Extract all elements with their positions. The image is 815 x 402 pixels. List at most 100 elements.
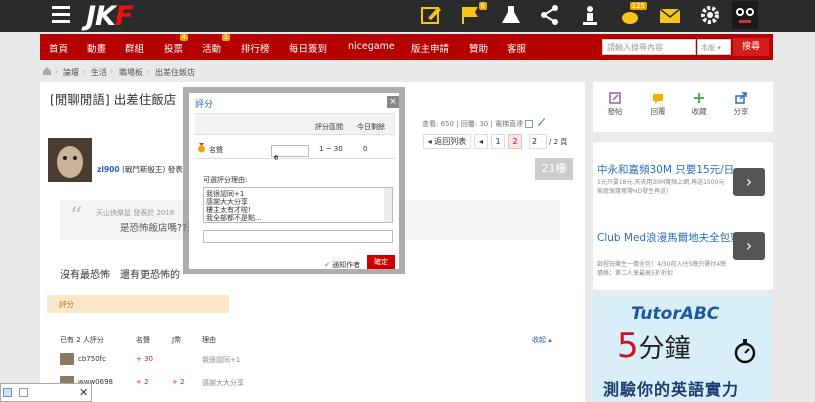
floor-number: 21樓 (535, 158, 573, 180)
share-button[interactable]: 分享 (721, 92, 761, 117)
back-to-list-button[interactable]: ◂ 返回列表 (423, 134, 471, 149)
close-icon[interactable]: ✕ (79, 386, 88, 399)
menu-icon[interactable] (52, 6, 70, 24)
favorite-button[interactable]: 收藏 (679, 92, 719, 117)
nav-groups[interactable]: 群組 (125, 41, 144, 55)
dialog-table-header: 評分區間 今日剩餘 (195, 113, 395, 135)
wrench-icon[interactable] (536, 118, 546, 128)
ad-title[interactable]: 中永和嘉頻30M 只要15元/日 (597, 162, 734, 177)
fame-select[interactable]: 0 ▾ (271, 145, 309, 162)
piggy-badge: 125 (629, 2, 647, 10)
chevron-down-icon: ▾ (274, 154, 278, 161)
author-name[interactable]: zl900 (97, 165, 120, 174)
rater-avatar[interactable] (60, 353, 74, 365)
reason-scrollbar[interactable] (384, 188, 392, 222)
reason-option[interactable]: 感謝大大分享 (206, 198, 390, 206)
page-jump-input[interactable]: 2 (529, 134, 547, 149)
rating-col-jp: J幣 (172, 336, 182, 344)
post-label: 發帖 (607, 107, 623, 116)
sidebar-actions: 發帖 回覆 收藏 分享 (593, 82, 773, 132)
fame-range: 1 ~ 30 (319, 145, 343, 153)
confirm-button[interactable]: 確定 (367, 255, 395, 269)
restore-icon[interactable] (19, 388, 28, 397)
reason-option[interactable]: 我很認同+1 (206, 190, 390, 198)
dialog-rating-row: 名聲 0 ▾ 1 ~ 30 0 (195, 137, 395, 162)
rating-participants: 已有 2 人評分 (60, 336, 104, 344)
tutorabc-tagline: 測驗你的英語實力 (603, 380, 740, 399)
quote-icon: “ (70, 202, 83, 230)
reply-icon (653, 94, 663, 104)
search-scope-select[interactable]: 本版 ▾ (697, 39, 731, 55)
rater-fame: + 2 (136, 378, 149, 386)
search-button[interactable]: 搜尋 (733, 38, 769, 56)
flask-icon[interactable] (500, 4, 524, 28)
rating-col-fame: 名聲 (136, 336, 150, 344)
nav-vote-label: 投票 (164, 44, 184, 55)
nav-vote[interactable]: 投票 4 (164, 34, 188, 55)
rating-dialog: 評分 × 評分區間 今日剩餘 名聲 0 ▾ 1 ~ 30 0 可選評分理由: 我很… (183, 87, 405, 274)
page-1-button[interactable]: 1 (491, 134, 505, 149)
reason-label: 可選評分理由: (203, 176, 248, 184)
flag-icon[interactable]: 6 (459, 2, 487, 28)
dialog-title: 評分 (195, 100, 214, 110)
ad-title[interactable]: Club Med浪漫馬爾地夫全包蜜月 (597, 230, 751, 245)
gear-icon[interactable] (699, 4, 723, 28)
reason-input[interactable] (203, 230, 393, 243)
breadcrumb-life[interactable]: 生活 (91, 67, 107, 78)
tutorabc-number: 5 (617, 326, 639, 366)
notify-author[interactable]: ✔ 通知作者 (324, 260, 360, 270)
tutorabc-headline: 5分鐘 (617, 326, 691, 366)
fame-remaining: 0 (363, 145, 368, 153)
post-button[interactable]: 發帖 (595, 92, 635, 117)
breadcrumb-separator: › (55, 67, 59, 76)
author-avatar[interactable] (48, 138, 92, 182)
breadcrumb-board[interactable]: 職場板 (119, 67, 143, 78)
nav-nicegame[interactable]: nicegame (348, 41, 395, 52)
user-avatar[interactable] (732, 1, 758, 29)
share-icon[interactable] (539, 4, 563, 28)
breadcrumb-separator: › (146, 67, 150, 76)
reverse-checkbox[interactable] (525, 120, 534, 128)
page-2-current[interactable]: 2 (508, 134, 522, 149)
breadcrumb-forum[interactable]: 論壇 (63, 67, 79, 78)
thread-stats: 查看: 650 | 回覆: 30 | 電梯直達 (422, 116, 546, 129)
ad-arrow-button[interactable]: › (733, 232, 765, 260)
nav-sponsor[interactable]: 贊助 (469, 41, 488, 55)
page-total: / 2 頁 (549, 138, 568, 146)
reason-option[interactable]: 我全部都不是點... (206, 214, 390, 222)
nav-ranking[interactable]: 排行榜 (241, 41, 270, 55)
prev-page-button[interactable]: ◂ (474, 134, 488, 149)
reason-list[interactable]: 我很認同+1 感謝大大分享 樓主太有才啦! 我全部都不是點... (203, 187, 393, 223)
col-range: 評分區間 (315, 123, 343, 131)
home-icon[interactable] (42, 66, 52, 78)
vote-badge: 4 (180, 34, 188, 41)
author-title: (戰鬥斯殷王) (121, 165, 166, 174)
nav-daily-checkin[interactable]: 每日簽到 (289, 41, 327, 55)
medal-icon (197, 143, 206, 155)
search-input[interactable]: 請輸入搜尋內容 (602, 39, 696, 55)
nav-events[interactable]: 活動 1 (202, 34, 230, 55)
rater-fame: + 30 (136, 355, 153, 363)
ad-arrow-button[interactable]: › (733, 168, 765, 196)
breadcrumb-separator: › (82, 67, 86, 76)
piggy-bank-icon[interactable]: 125 (619, 2, 647, 28)
nav-support[interactable]: 客服 (507, 41, 526, 55)
edit-icon[interactable] (420, 4, 444, 28)
reply-button[interactable]: 回覆 (638, 92, 678, 117)
rater-reason: 感謝大大分享 (202, 379, 244, 387)
notify-label: 通知作者 (332, 261, 361, 269)
fame-label: 名聲 (209, 146, 223, 154)
user-icon[interactable] (579, 4, 603, 28)
rater-name[interactable]: cb750fc (78, 355, 106, 363)
site-logo[interactable]: JKF (86, 1, 133, 32)
checkbox-icon[interactable]: ✔ (324, 261, 330, 269)
close-icon[interactable]: × (387, 96, 399, 108)
tutorabc-banner[interactable]: TutorABC 5分鐘 測驗你的英語實力 (591, 294, 773, 402)
mail-icon[interactable] (659, 4, 683, 28)
nav-moderator-apply[interactable]: 版主申請 (411, 41, 449, 55)
author-extra: 發表 (167, 165, 183, 174)
nav-anime[interactable]: 動畫 (87, 41, 106, 55)
rating-collapse-link[interactable]: 收起 ▴ (532, 335, 552, 345)
reason-option[interactable]: 樓主太有才啦! (206, 206, 390, 214)
nav-home[interactable]: 首頁 (49, 41, 68, 55)
